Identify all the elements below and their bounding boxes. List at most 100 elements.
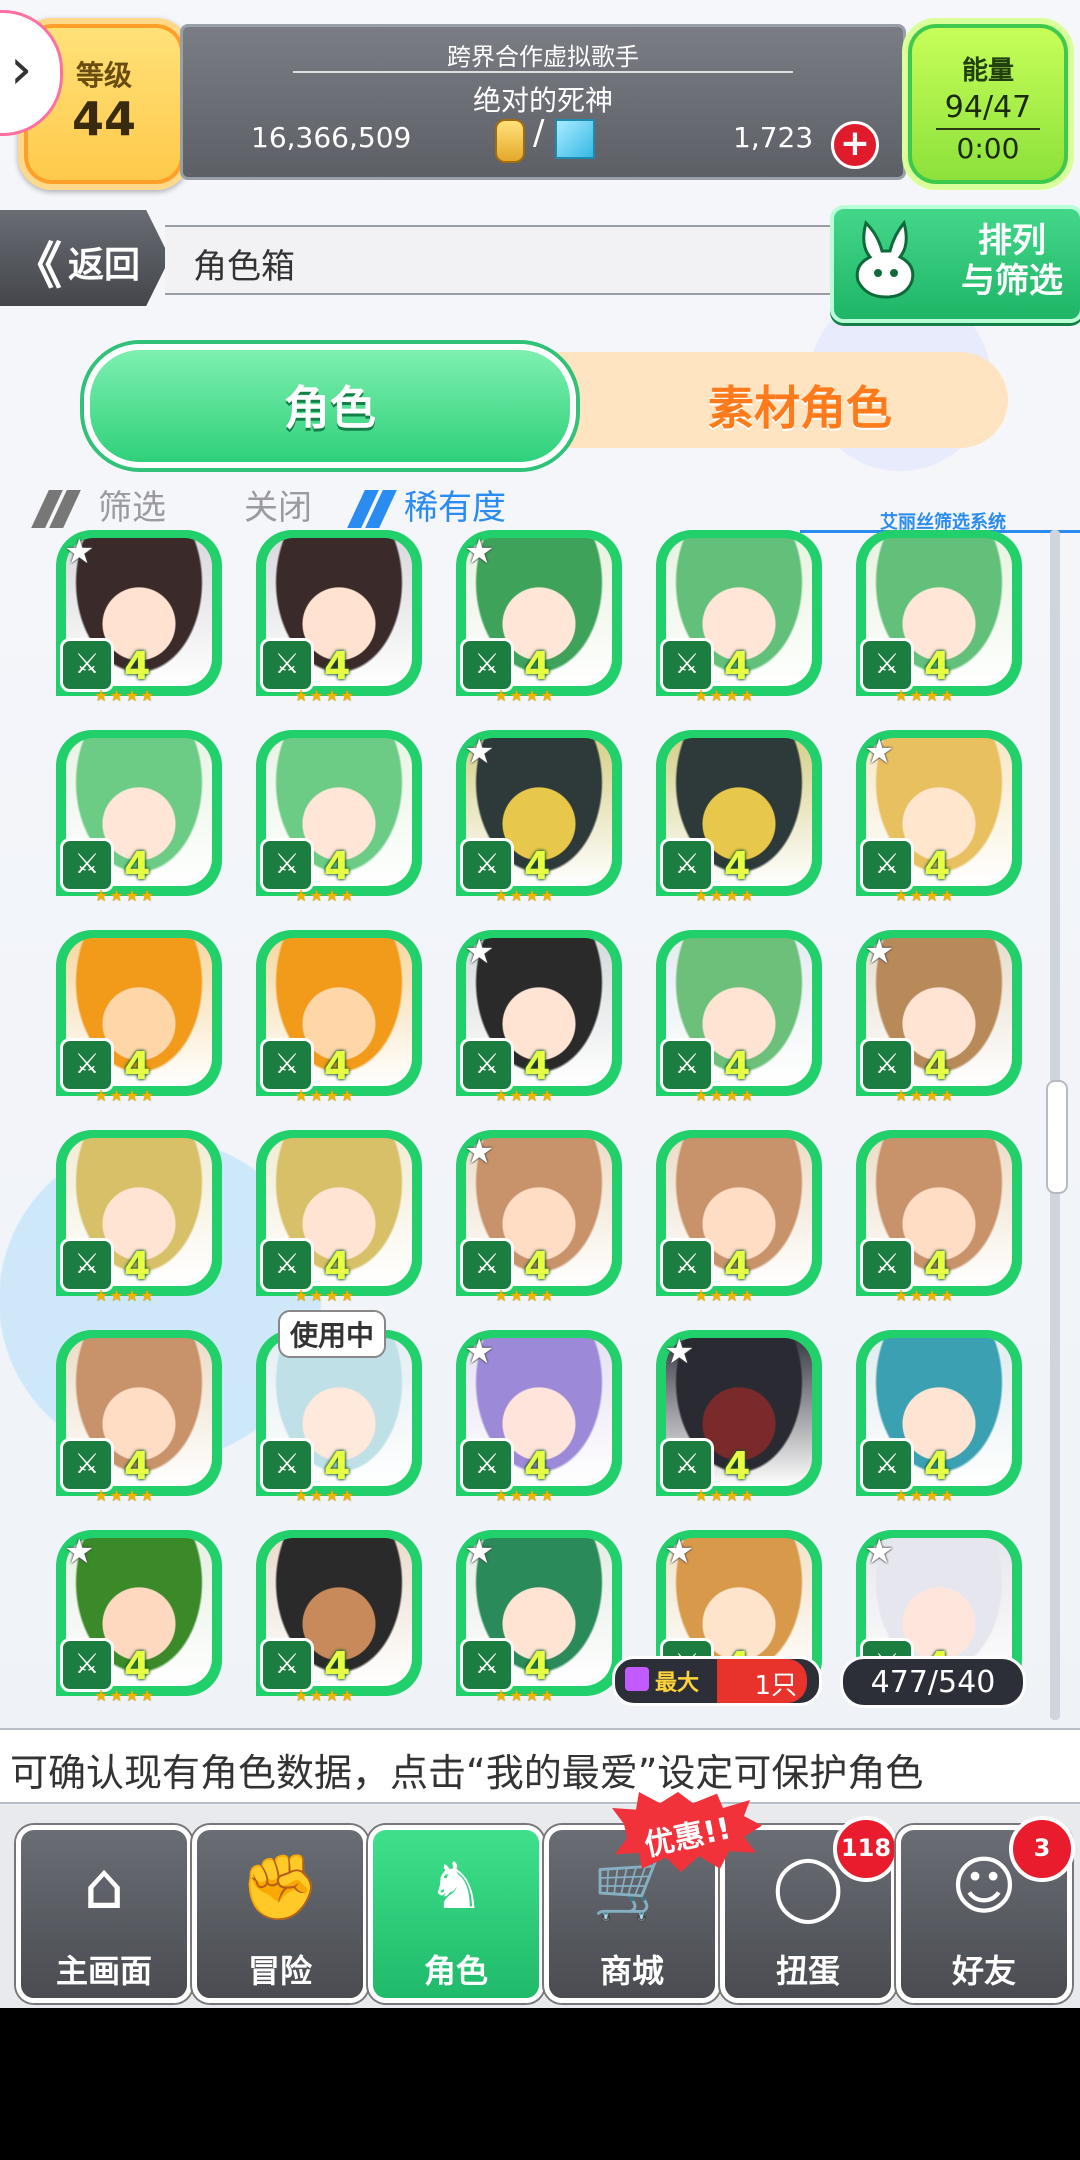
card-frame: ⚔ 4 [656,530,822,696]
attack-type-icon: ⚔ [260,1238,314,1292]
attack-type-icon: ⚔ [860,1438,914,1492]
attack-type-icon: ⚔ [60,638,114,692]
rarity-stars: ★★★★ [494,1686,556,1705]
rarity-filter[interactable]: 稀有度 [404,480,506,529]
character-card[interactable]: ★ ⚔4★★★★ [456,730,626,906]
in-use-label: 使用中 [278,1310,387,1358]
card-frame: ★ ⚔4 [456,930,622,1096]
nav-label: 主画面 [55,1952,152,1990]
card-level: 4 [524,644,551,688]
card-frame: ★ ⚔4 [856,730,1022,896]
max-owned-badge: 最大 1只 [612,1656,822,1706]
filter-off-toggle[interactable]: 关闭 [244,480,312,529]
character-card[interactable]: ⚔ 4 ★★★★ [656,530,826,706]
rarity-stars: ★★★★ [694,1486,756,1505]
nav-friends[interactable]: ☺ 好友 3 [896,1816,1075,2003]
attack-type-icon: ⚔ [60,1638,114,1692]
character-card[interactable]: ⚔ 4 ★★★★ [56,930,226,1106]
card-frame: ⚔ 4 [56,1130,222,1296]
scrollbar-thumb[interactable] [1046,1080,1068,1194]
card-frame: ★ ⚔4 [456,730,622,896]
sort-filter-button[interactable]: 排列 与筛选 [830,205,1080,323]
home-icon: ⌂ [83,1850,125,1924]
rarity-stars: ★★★★ [294,1286,356,1305]
favorite-star-icon: ★ [464,1532,495,1572]
attack-type-icon: ⚔ [260,638,314,692]
character-card[interactable]: ★ ⚔4★★★★ [456,930,626,1106]
rarity-stars: ★★★★ [694,1286,756,1305]
coin-icon [495,119,525,163]
energy-badge[interactable]: 能量 94/47 0:00 [902,18,1074,190]
rabbit-sort-icon [855,219,915,299]
character-card[interactable]: ⚔ 4 ★★★★ [56,1130,226,1306]
rabbit-icon: ♞ [427,1850,485,1924]
character-card[interactable]: ★ ⚔4★★★★ [856,730,1026,906]
nav-rabbit[interactable]: ♞ 角色 [368,1825,544,2003]
character-card[interactable]: ⚔ 4 ★★★★ [856,1130,1026,1306]
card-frame: ⚔ 4 [656,730,822,896]
character-card[interactable]: ⚔ 4 ★★★★ [856,530,1026,706]
character-card[interactable]: ⚔ 4 ★★★★ [56,1330,226,1506]
attack-type-icon: ⚔ [60,1038,114,1092]
energy-label: 能量 [961,56,1014,86]
character-card[interactable]: ⚔ 4 ★★★★ 使用中 [256,1310,426,1506]
character-card[interactable]: ⚔ 4 ★★★★ [656,930,826,1106]
character-card[interactable]: ★ ⚔4★★★★ [456,1330,626,1506]
notification-badge: 118 [833,1816,899,1882]
character-card[interactable]: ⚔ 4 ★★★★ [256,730,426,906]
rarity-stars: ★★★★ [294,686,356,705]
character-card[interactable]: ★ ⚔4★★★★ [56,1530,226,1706]
card-frame: ★ ⚔4 [456,530,622,696]
rarity-stars: ★★★★ [894,1086,956,1105]
attack-type-icon: ⚔ [460,1238,514,1292]
character-card[interactable]: ⚔ 4 ★★★★ [256,1130,426,1306]
character-card[interactable]: ⚔ 4 ★★★★ [256,930,426,1106]
card-frame: ★ ⚔4 [56,1530,222,1696]
character-card[interactable]: ★ ⚔4★★★★ [56,530,226,706]
nav-handshake[interactable]: ✊ 冒险 [192,1825,368,2003]
attack-type-icon: ⚔ [460,638,514,692]
tab-character[interactable]: 角色 [84,344,576,468]
gem-count: 1,723 [733,121,814,154]
character-card[interactable]: ★ ⚔4★★★★ [456,530,626,706]
add-currency-button[interactable]: + [831,121,879,169]
attack-type-icon: ⚔ [860,638,914,692]
attack-type-icon: ⚔ [660,638,714,692]
character-card[interactable]: ⚔ 4 ★★★★ [256,1530,426,1706]
system-bar [0,2008,1080,2160]
rarity-stars: ★★★★ [94,1086,156,1105]
character-card[interactable]: ⚔ 4 ★★★★ [656,730,826,906]
event-subtitle: 跨界合作虚拟歌手 [447,43,639,71]
card-frame: ⚔ 4 [856,530,1022,696]
coin-count: 16,366,509 [251,121,412,154]
character-card[interactable]: ★ ⚔4★★★★ [456,1530,626,1706]
character-card[interactable]: ★ ⚔4★★★★ [856,930,1026,1106]
attack-type-icon: ⚔ [60,838,114,892]
ticker-text: 可确认现有角色数据，点击“我的最爱”设定可保护角色 [10,1751,924,1795]
character-card[interactable]: ⚔ 4 ★★★★ [56,730,226,906]
favorite-star-icon: ★ [464,732,495,772]
back-button[interactable]: 《 返回 [0,210,170,306]
favorite-star-icon: ★ [464,932,495,972]
card-level: 4 [924,644,951,688]
attack-type-icon: ⚔ [260,1438,314,1492]
card-frame: ⚔ 4 [656,1130,822,1296]
promo-badge: 优惠!! [612,1792,762,1872]
nav-home[interactable]: ⌂ 主画面 [16,1825,192,2003]
attack-type-icon: ⚔ [860,1038,914,1092]
tab-material-character[interactable]: 素材角色 [590,352,1010,448]
card-frame: ★ ⚔4 [56,530,222,696]
rarity-stars: ★★★★ [494,686,556,705]
character-card[interactable]: ⚔ 4 ★★★★ [856,1330,1026,1506]
rarity-stars: ★★★★ [294,1686,356,1705]
character-card[interactable]: ⚔ 4 ★★★★ [656,1130,826,1306]
attack-type-icon: ⚔ [460,1038,514,1092]
gem-icon [555,119,595,159]
rarity-stars: ★★★★ [294,1086,356,1105]
card-frame: ★ ⚔4 [656,1330,822,1496]
card-frame: ★ ⚔4 [456,1330,622,1496]
character-card[interactable]: ★ ⚔4★★★★ [456,1130,626,1306]
character-card[interactable]: ★ ⚔4★★★★ [656,1330,826,1506]
card-level: 4 [924,1444,951,1488]
character-card[interactable]: ⚔ 4 ★★★★ [256,530,426,706]
